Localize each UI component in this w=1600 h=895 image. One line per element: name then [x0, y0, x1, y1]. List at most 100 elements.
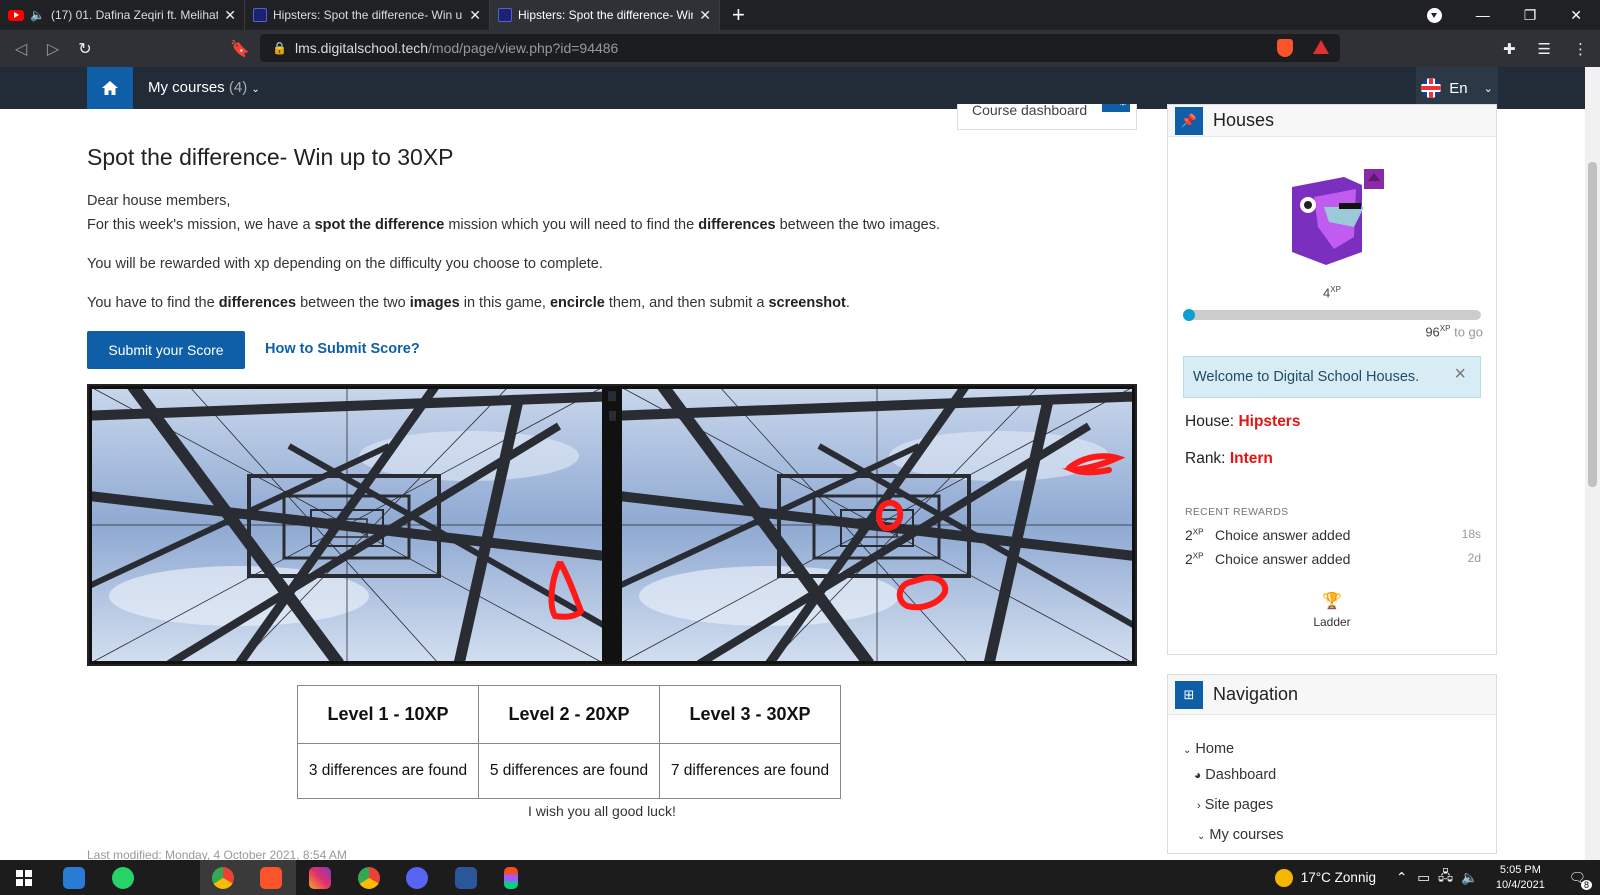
- battery-icon[interactable]: ▭: [1417, 870, 1430, 886]
- address-bar: ◁ ▷ ↻ 🔖 🔒 lms.digitalschool.tech/mod/pag…: [0, 30, 1600, 67]
- chrome-icon[interactable]: [212, 867, 234, 889]
- vscode-icon[interactable]: [63, 867, 85, 889]
- navigation-block: ⊞ Navigation ⌄ Home ◕ Dashboard › Site p…: [1167, 674, 1497, 854]
- chevron-up-icon[interactable]: ⌃: [1396, 870, 1407, 886]
- site-icon: [498, 8, 512, 22]
- notifications-icon[interactable]: 🗨 8: [1569, 870, 1592, 890]
- home-icon: [102, 81, 118, 95]
- intro-paragraph: For this week's mission, we have a spot …: [87, 217, 941, 233]
- houses-block: 📌 Houses 4XP 96XP to go Welcome to Digit…: [1167, 104, 1497, 655]
- my-courses-count: (4): [228, 79, 248, 96]
- level-header: Level 3 - 30XP: [659, 685, 841, 744]
- restore-icon[interactable]: ❐: [1524, 7, 1537, 24]
- levels-table: Level 1 - 10XP Level 2 - 20XP Level 3 - …: [297, 685, 841, 799]
- course-dashboard-button[interactable]: Course dashboard ⚙: [957, 104, 1137, 130]
- reward-paragraph: You will be rewarded with xp depending o…: [87, 256, 603, 272]
- nav-item-dashboard[interactable]: ◕ Dashboard: [1194, 767, 1276, 783]
- browser-tab[interactable]: Hipsters: Spot the difference- Win up t …: [245, 0, 490, 30]
- browser-tab-active[interactable]: Hipsters: Spot the difference- Win ✕: [490, 0, 720, 30]
- chevron-right-icon: ›: [1197, 800, 1201, 812]
- url-path: /mod/page/view.php?id=94486: [428, 40, 619, 56]
- language-menu[interactable]: En ⌄: [1416, 67, 1498, 109]
- brave-shield-icon[interactable]: [1277, 39, 1293, 57]
- forward-icon[interactable]: ▷: [44, 39, 62, 59]
- weather-icon[interactable]: [1274, 868, 1293, 887]
- my-courses-label: My courses: [148, 79, 225, 96]
- ladder-link[interactable]: Ladder: [1168, 615, 1496, 629]
- spot-the-difference-image: [87, 384, 1137, 666]
- nav-item-site-pages[interactable]: › Site pages: [1197, 797, 1273, 813]
- discord-icon[interactable]: [406, 867, 428, 889]
- bookmark-icon[interactable]: 🔖: [230, 39, 250, 59]
- brave-rewards-icon[interactable]: [1313, 40, 1329, 54]
- my-courses-menu[interactable]: My courses (4) ⌄: [148, 79, 260, 96]
- windows-start-icon[interactable]: [16, 870, 32, 886]
- sitemap-icon[interactable]: ⊞: [1175, 680, 1203, 709]
- tab-search-icon[interactable]: [1426, 7, 1442, 23]
- youtube-icon: [8, 9, 24, 21]
- weather-text[interactable]: 17°C Zonnig: [1301, 870, 1376, 885]
- xp-progress-bar: [1183, 309, 1481, 321]
- nav-item-home[interactable]: ⌄ Home: [1183, 741, 1234, 757]
- extension-icons: ✚ ☰ ⋮: [1503, 40, 1588, 58]
- reward-row: 2XP Choice answer added 18s: [1185, 527, 1481, 543]
- gear-icon[interactable]: ⚙: [1102, 104, 1130, 112]
- tower-photos: [89, 386, 1135, 664]
- reading-list-icon[interactable]: ☰: [1538, 40, 1551, 58]
- network-icon[interactable]: 🖧: [1438, 866, 1453, 889]
- close-window-icon[interactable]: ✕: [1570, 7, 1582, 24]
- close-icon[interactable]: ×: [1454, 363, 1466, 386]
- browser-tab[interactable]: 🔈 (17) 01. Dafina Zeqiri ft. Melihat ✕: [0, 0, 245, 30]
- extensions-icon[interactable]: ✚: [1503, 40, 1516, 58]
- scrollbar-thumb[interactable]: [1588, 162, 1597, 487]
- speaker-icon[interactable]: 🔈: [30, 8, 45, 22]
- level-cell: 7 differences are found: [659, 743, 841, 799]
- browser-tabstrip: 🔈 (17) 01. Dafina Zeqiri ft. Melihat ✕ H…: [0, 0, 1600, 30]
- back-icon[interactable]: ◁: [12, 39, 30, 59]
- dashboard-icon: ◕: [1194, 768, 1202, 782]
- url-field[interactable]: 🔒 lms.digitalschool.tech/mod/page/view.p…: [260, 34, 1340, 62]
- system-tray: 17°C Zonnig ⌃ ▭ 🖧 🔈 5:05 PM 10/4/2021 🗨 8: [1274, 860, 1600, 895]
- welcome-alert: Welcome to Digital School Houses. ×: [1183, 356, 1481, 398]
- reward-row: 2XP Choice answer added 2d: [1185, 551, 1481, 567]
- chevron-down-icon: ⌄: [1197, 831, 1206, 842]
- figma-icon[interactable]: [504, 867, 518, 889]
- reload-icon[interactable]: ↻: [76, 39, 94, 59]
- word-icon[interactable]: [455, 867, 477, 889]
- windows-taskbar: 17°C Zonnig ⌃ ▭ 🖧 🔈 5:05 PM 10/4/2021 🗨 8: [0, 860, 1600, 895]
- language-label: En: [1449, 79, 1468, 97]
- submit-score-button[interactable]: Submit your Score: [87, 331, 245, 369]
- level-cell: 5 differences are found: [478, 743, 660, 799]
- chevron-down-icon: ⌄: [1183, 745, 1192, 756]
- brave-icon[interactable]: [260, 867, 282, 889]
- xp-to-go: 96XP to go: [1425, 324, 1483, 340]
- lock-icon: 🔒: [272, 41, 287, 55]
- new-tab-icon[interactable]: +: [732, 2, 745, 28]
- pushpin-icon[interactable]: 📌: [1175, 106, 1203, 135]
- clock[interactable]: 5:05 PM 10/4/2021: [1496, 863, 1545, 893]
- close-icon[interactable]: ✕: [469, 7, 481, 24]
- site-icon: [253, 8, 267, 22]
- house-name[interactable]: Hipsters: [1238, 413, 1300, 430]
- course-dashboard-label: Course dashboard: [972, 104, 1088, 118]
- volume-icon[interactable]: 🔈: [1461, 870, 1478, 886]
- rank-info: Rank: Intern: [1185, 450, 1273, 467]
- level-header: Level 1 - 10XP: [297, 685, 479, 744]
- trophy-icon[interactable]: 🏆: [1168, 591, 1496, 611]
- page-scrollbar[interactable]: [1585, 67, 1600, 860]
- greeting-text: Dear house members,: [87, 193, 231, 209]
- home-button[interactable]: [87, 67, 133, 109]
- minimize-icon[interactable]: —: [1476, 7, 1490, 23]
- hipsters-mascot-icon: [1292, 169, 1384, 265]
- close-icon[interactable]: ✕: [699, 7, 711, 24]
- current-xp: 4XP: [1323, 285, 1341, 301]
- how-to-submit-link[interactable]: How to Submit Score?: [265, 341, 420, 357]
- instagram-icon[interactable]: [309, 867, 331, 889]
- level-cell: 3 differences are found: [297, 743, 479, 799]
- good-luck-text: I wish you all good luck!: [528, 803, 676, 819]
- chrome-icon[interactable]: [358, 867, 380, 889]
- whatsapp-icon[interactable]: [112, 867, 134, 889]
- menu-icon[interactable]: ⋮: [1573, 40, 1588, 58]
- nav-item-my-courses[interactable]: ⌄ My courses: [1197, 827, 1284, 843]
- close-icon[interactable]: ✕: [224, 7, 236, 24]
